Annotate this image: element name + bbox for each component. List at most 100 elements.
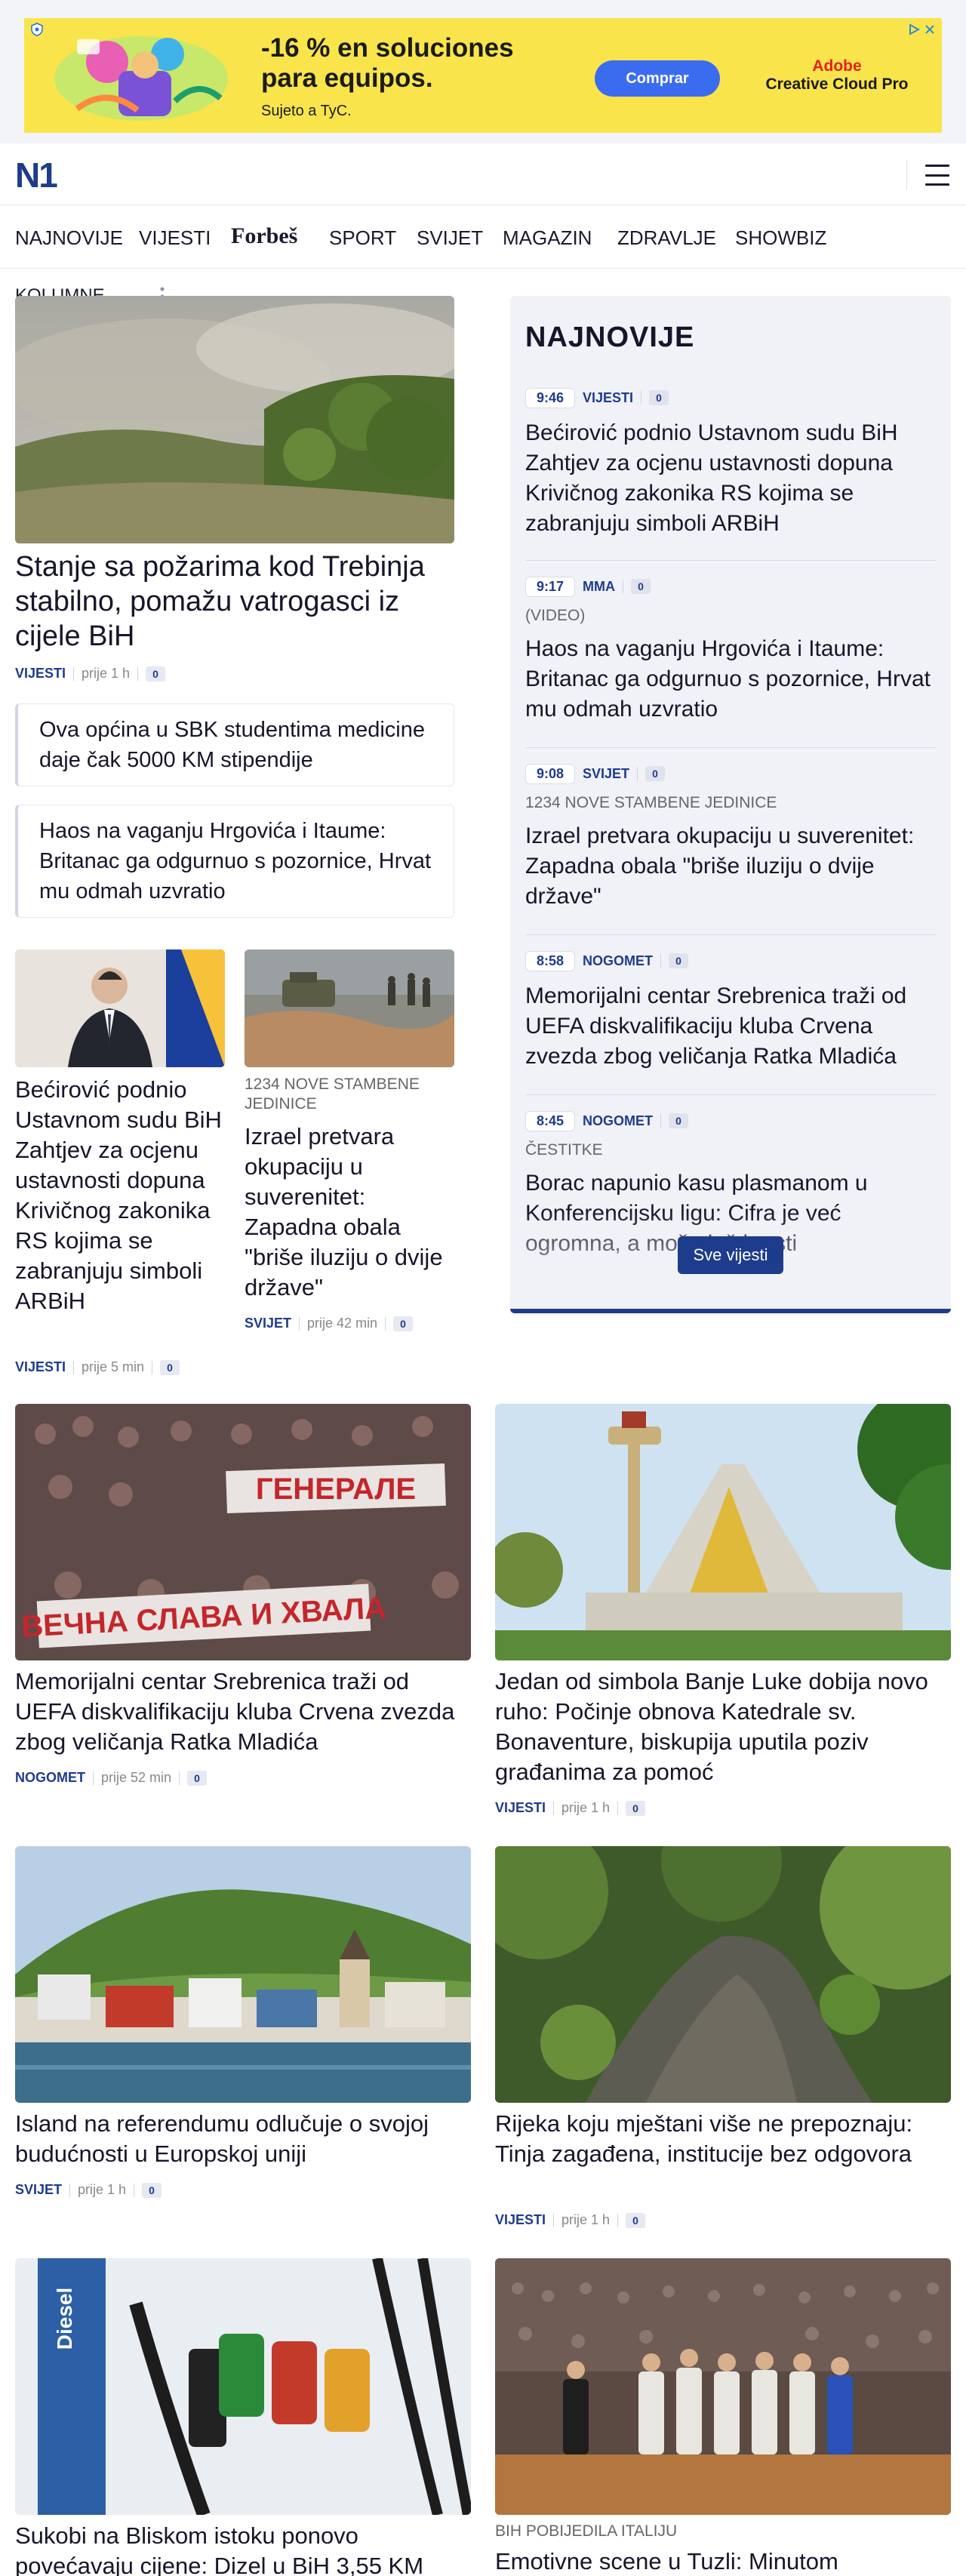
nav-item-sport[interactable]: SPORT [329,226,396,250]
meta-divider [69,2183,71,2197]
lead-title[interactable]: Stanje sa požarima kod Trebinja stabilno… [15,549,454,654]
sidebar-news-item[interactable]: 8:58 NOGOMET 0 Memorijalni centar Srebre… [525,949,936,1072]
card-category[interactable]: VIJESTI [15,1359,66,1375]
pump-label: Diesel [53,2288,76,2350]
article-category[interactable]: VIJESTI [495,1800,546,1816]
comment-count-badge[interactable]: 0 [669,953,689,968]
article-category[interactable]: NOGOMET [15,1770,85,1786]
article-time: prije 1 h [561,2212,611,2227]
news-kicker: (VIDEO) [525,607,586,624]
article-time: prije 52 min [101,1770,172,1785]
comment-count-badge[interactable]: 0 [146,666,166,682]
card-time: prije 5 min [82,1359,145,1374]
lead-category[interactable]: VIJESTI [15,666,66,682]
meta-divider [660,1114,662,1128]
meta-divider [73,1360,75,1374]
news-time: 9:17 [525,576,576,597]
news-category[interactable]: SVIJET [583,766,629,782]
sidebar-divider [525,560,936,561]
nav-item-zdravlje[interactable]: ZDRAVLJE [617,226,716,250]
ad-brand-top: Adobe [812,57,862,75]
article-time: prije 1 h [78,2182,127,2197]
card-category[interactable]: SVIJET [245,1316,291,1331]
ad-info-icon[interactable] [30,23,44,36]
lead-time: prije 1 h [82,666,131,681]
article-category[interactable]: SVIJET [15,2182,62,2198]
article-title[interactable]: Emotivne scene u Tuzli: Minutom [495,2547,951,2576]
article-meta: VIJESTI prije 1 h 0 [495,2212,646,2228]
nav-item-magazin[interactable]: MAGAZIN [503,226,592,250]
article-title[interactable]: Island na referendumu odlučuje o svojoj … [15,2109,471,2169]
site-logo[interactable]: N1 [15,158,58,192]
all-news-button[interactable]: Sve vijesti [678,1236,783,1274]
comment-count-badge[interactable]: 0 [187,1770,208,1786]
comment-count-badge[interactable]: 0 [645,766,666,781]
card-title[interactable]: Izrael pretvara okupaciju u suverenitet:… [245,1122,454,1303]
lead-image[interactable] [15,296,454,543]
card-image[interactable] [15,949,225,1067]
article-image[interactable]: ГЕНЕРАЛЕ ВЕЧНА СЛАВА И ХВАЛА [15,1404,471,1660]
related-article[interactable]: Ova općina u SBK studentima medicine daj… [15,703,454,786]
news-time: 8:58 [525,950,576,971]
site-header: N1 [0,143,966,205]
related-article[interactable]: Haos na vaganju Hrgovića i Itaume: Brita… [15,805,454,918]
news-title[interactable]: Memorijalni centar Srebrenica traži od U… [525,981,936,1072]
news-title[interactable]: Haos na vaganju Hrgovića i Itaume: Brita… [525,634,936,725]
article-title[interactable]: Sukobi na Bliskom istoku ponovo povećava… [15,2521,471,2576]
ad-choices-icon[interactable] [907,23,921,36]
comment-count-badge[interactable]: 0 [669,1113,689,1128]
meta-divider [553,1801,555,1815]
card-title[interactable]: Bećirović podnio Ustavnom sudu BiH Zahtj… [15,1075,225,1316]
news-category[interactable]: VIJESTI [583,390,633,406]
article-image[interactable] [495,1404,951,1660]
ad-choices-icons[interactable] [907,23,936,36]
nav-item-svijet[interactable]: SVIJET [417,226,483,250]
nav-item-najnovije[interactable]: NAJNOVIJE [15,226,123,250]
meta-divider [637,767,638,780]
comment-count-badge[interactable]: 0 [649,390,669,405]
ad-banner[interactable]: -16 % en soluciones para equipos. Sujeto… [24,18,942,133]
comment-count-badge[interactable]: 0 [626,1800,646,1816]
article-title[interactable]: Rijeka koju mještani više ne prepoznaju:… [495,2109,951,2169]
sidebar-news-item[interactable]: 9:17 MMA 0 (VIDEO) Haos na vaganju Hrgov… [525,575,936,725]
meta-divider [617,2213,619,2227]
news-time: 9:46 [525,387,576,408]
article-title[interactable]: Memorijalni centar Srebrenica traži od U… [15,1667,471,1757]
article-meta: SVIJET prije 1 h 0 [15,2182,162,2198]
comment-count-badge[interactable]: 0 [631,579,651,594]
ad-headline: -16 % en soluciones para equipos. [261,33,514,93]
comment-count-badge[interactable]: 0 [393,1316,414,1331]
news-title[interactable]: Izrael pretvara okupaciju u suverenitet:… [525,821,936,912]
sidebar-news-item[interactable]: 9:46 VIJESTI 0 Bećirović podnio Ustavnom… [525,386,936,539]
meta-divider [137,666,139,681]
banner-text-top: ГЕНЕРАЛЕ [256,1473,416,1506]
nav-item-showbiz[interactable]: SHOWBIZ [735,226,826,250]
news-kicker: ČESTITKE [525,1141,603,1159]
article-time: prije 1 h [561,1800,611,1815]
sidebar-news-item[interactable]: 9:08 SVIJET 0 1234 NOVE STAMBENE JEDINIC… [525,762,936,912]
card-image[interactable] [245,949,454,1067]
article-image[interactable] [495,1846,951,2103]
ad-banner-area: -16 % en soluciones para equipos. Sujeto… [0,0,966,143]
nav-item-vijesti[interactable]: VIJESTI [139,226,211,250]
article-image[interactable] [495,2258,951,2515]
ad-brand-bottom: Creative Cloud Pro [765,75,909,93]
meta-divider [299,1316,300,1331]
news-category[interactable]: NOGOMET [583,953,653,969]
news-title[interactable]: Bećirović podnio Ustavnom sudu BiH Zahtj… [525,418,936,539]
article-image[interactable]: Diesel [15,2258,471,2515]
ad-buy-button[interactable]: Comprar [595,60,720,97]
article-image[interactable] [15,1846,471,2103]
article-category[interactable]: VIJESTI [495,2212,546,2228]
comment-count-badge[interactable]: 0 [626,2212,646,2228]
nav-item-forbes[interactable]: Forbeš [231,223,297,249]
menu-icon[interactable] [925,165,949,186]
article-title[interactable]: Jedan od simbola Banje Luke dobija novo … [495,1667,951,1787]
sidebar-divider [525,934,936,935]
comment-count-badge[interactable]: 0 [142,2182,162,2198]
close-icon[interactable] [924,23,936,36]
news-category[interactable]: NOGOMET [583,1113,653,1129]
lead-meta: VIJESTI prije 1 h 0 [15,666,166,682]
news-category[interactable]: MMA [583,579,615,595]
comment-count-badge[interactable]: 0 [160,1359,180,1375]
